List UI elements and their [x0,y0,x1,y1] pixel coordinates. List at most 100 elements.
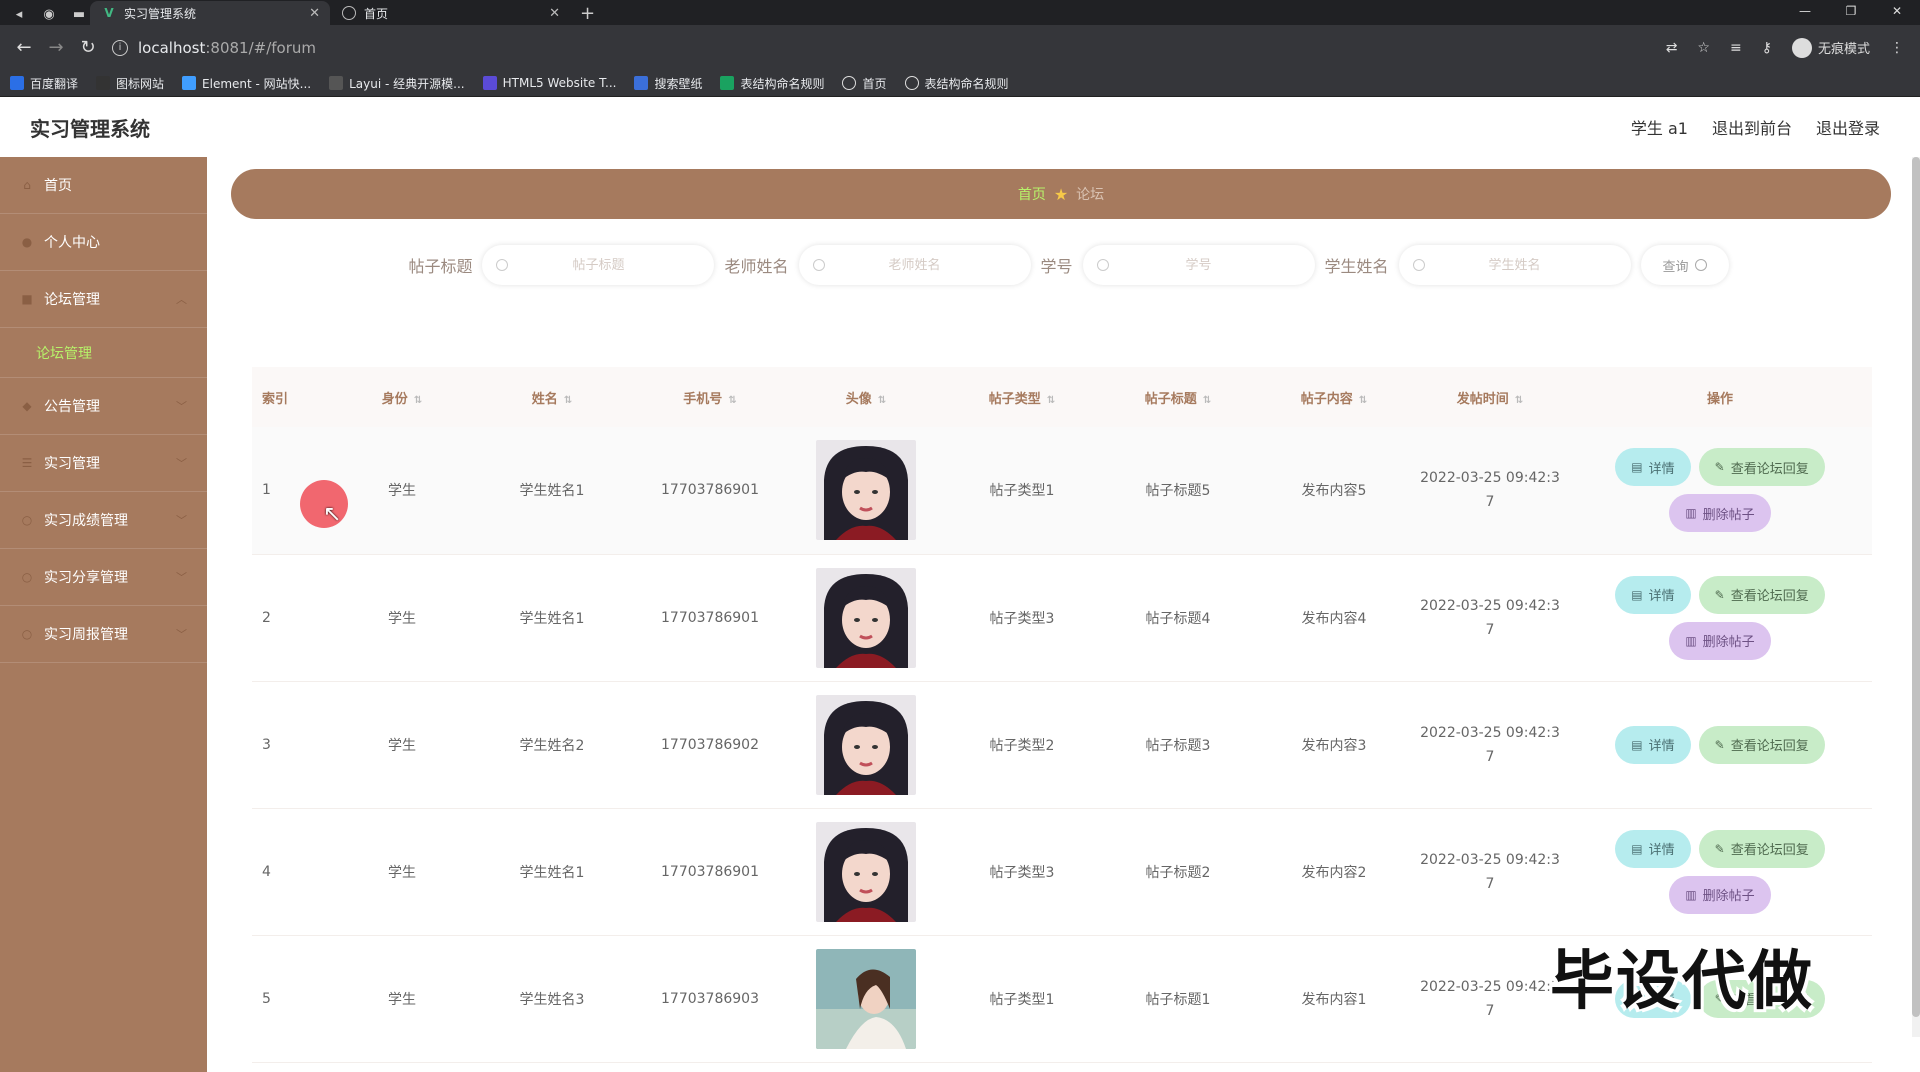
cell-name: 学生姓名2 [519,737,585,754]
scrollbar-thumb[interactable] [1912,157,1920,1017]
url-field[interactable]: i localhost:8081/#/forum [112,30,1666,65]
column-header-avatar[interactable]: 头像 ⇅ [788,367,944,427]
sidebar-item-forum[interactable]: ■ 论坛管理 ︿ [0,271,207,328]
info-icon[interactable]: i [112,39,128,56]
column-header-title[interactable]: 帖子标题 ⇅ [1100,367,1256,427]
bookmark-item[interactable]: 百度翻译 [10,75,78,92]
sidebar-item-label: 公告管理 [44,399,100,415]
student-name-input[interactable] [1424,257,1605,273]
browser-tab[interactable]: 首页 ✕ [330,1,570,25]
translate-icon[interactable]: ⇄ [1666,40,1678,56]
column-header-actions: 操作 [1706,391,1733,407]
cell-title: 帖子标题5 [1145,483,1211,500]
edit-icon: ✎ [1714,737,1725,752]
tab-audio-icon[interactable]: ◂ [8,3,30,25]
sidebar-subitem-forum-manage[interactable]: 论坛管理 [0,328,207,378]
mouse-cursor-icon: ↖ [323,502,342,527]
incognito-indicator[interactable]: 无痕模式 [1791,37,1870,58]
post-title-search-field[interactable] [482,245,715,285]
close-window-icon[interactable]: ✕ [1874,0,1920,25]
notice-icon: ◆ [22,399,32,413]
post-title-input[interactable] [508,257,689,273]
sidebar-item-internship[interactable]: ☰ 实习管理 ﹀ [0,435,207,492]
sidebar-item-profile[interactable]: ● 个人中心 [0,214,207,271]
view-replies-button[interactable]: ✎ 查看论坛回复 [1698,448,1825,487]
detail-button[interactable]: ▤ 详情 [1615,725,1691,764]
browser-tab-active[interactable]: V 实习管理系统 ✕ [90,1,330,25]
breadcrumb-current: 论坛 [1076,187,1105,203]
search-icon [1694,259,1707,271]
delete-post-button[interactable]: ▥ 删除帖子 [1669,494,1771,533]
bookmark-item[interactable]: 首页 [842,75,887,92]
column-header-time[interactable]: 发帖时间 ⇅ [1412,367,1568,427]
bookmark-item[interactable]: Layui - 经典开源模... [329,75,465,92]
current-user-link[interactable]: 学生 a1 [1631,115,1688,139]
restore-icon[interactable]: ❐ [1828,0,1874,25]
bookmark-item[interactable]: 搜索壁纸 [634,75,702,92]
search-button[interactable]: 查询 [1640,245,1729,285]
sort-icon: ⇅ [1514,394,1524,406]
sidebar-item-score[interactable]: ○ 实习成绩管理 ﹀ [0,492,207,549]
student-name-search-field[interactable] [1398,245,1631,285]
tab-close-icon[interactable]: ✕ [309,6,320,21]
sidebar-item-share[interactable]: ○ 实习分享管理 ﹀ [0,549,207,606]
edit-icon: ✎ [1714,841,1725,856]
forward-icon[interactable]: → [40,37,72,58]
avatar[interactable] [816,694,916,795]
avatar[interactable] [816,948,916,1049]
bookmark-label: 首页 [862,76,887,91]
student-id-search-field[interactable] [1082,245,1315,285]
logout-link[interactable]: 退出登录 [1816,115,1880,139]
column-header-role[interactable]: 身份 ⇅ [332,367,472,427]
page-scrollbar[interactable] [1912,157,1920,1037]
delete-post-button[interactable]: ▥ 删除帖子 [1669,621,1771,660]
cell-name: 学生姓名1 [519,864,585,881]
share-icon: ○ [21,570,33,584]
bookmark-item[interactable]: 表结构命名规则 [904,75,1009,92]
detail-button[interactable]: ▤ 详情 [1615,448,1691,487]
column-header-content[interactable]: 帖子内容 ⇅ [1256,367,1412,427]
tab-title: 首页 [364,6,389,21]
back-to-front-link[interactable]: 退出到前台 [1712,115,1792,139]
detail-button-label: 详情 [1648,739,1675,754]
cell-time: 2022-03-25 09:42:3 7 [1412,935,1568,1062]
detail-button[interactable]: ▤ 详情 [1615,575,1691,614]
tab-close-icon[interactable]: ✕ [549,6,560,21]
teacher-name-search-field[interactable] [798,245,1031,285]
avatar[interactable] [816,821,916,922]
reload-icon[interactable]: ↻ [72,37,104,58]
teacher-name-input[interactable] [824,257,1005,273]
student-id-input[interactable] [1108,257,1289,273]
delete-post-button[interactable]: ▥ 删除帖子 [1669,875,1771,914]
star-icon[interactable]: ☆ [1697,40,1710,56]
view-replies-button[interactable]: ✎ 查看论坛回复 [1698,575,1825,614]
column-header-type[interactable]: 帖子类型 ⇅ [944,367,1100,427]
search-form: 帖子标题 老师姓名 学号 学生姓名 查询 [207,245,1920,285]
sidebar-item-notice[interactable]: ◆ 公告管理 ﹀ [0,378,207,435]
reading-list-icon[interactable]: ≡ [1730,40,1742,56]
view-replies-button[interactable]: ✎ 查看论坛回复 [1698,829,1825,868]
avatar[interactable] [816,567,916,668]
minimize-icon[interactable]: — [1782,0,1828,25]
avatar[interactable] [816,440,916,541]
sidebar-item-weekly-report[interactable]: ○ 实习周报管理 ﹀ [0,606,207,663]
column-header-name[interactable]: 姓名 ⇅ [472,367,632,427]
bookmark-item[interactable]: 表结构命名规则 [720,75,824,92]
bookmark-item[interactable]: HTML5 Website T... [482,76,616,90]
bookmark-item[interactable]: 图标网站 [96,75,164,92]
more-menu-icon[interactable]: ⋮ [1890,40,1904,56]
delete-post-label: 删除帖子 [1702,889,1755,904]
new-tab-icon[interactable]: + [580,1,595,25]
cell-actions: ▤ 详情 ✎ 查看论坛回复 ▥ 删除帖子 [1568,808,1872,935]
tab-globe-icon[interactable]: ◉ [38,3,60,25]
column-header-phone[interactable]: 手机号 ⇅ [632,367,788,427]
sheet-icon [720,76,735,90]
view-replies-button[interactable]: ✎ 查看论坛回复 [1698,725,1825,764]
tab-window-icon[interactable]: ▬ [68,3,90,25]
back-icon[interactable]: ← [8,37,40,58]
detail-button[interactable]: ▤ 详情 [1615,829,1691,868]
sidebar-item-home[interactable]: ⌂ 首页 [0,157,207,214]
key-icon[interactable]: ⚷ [1762,40,1772,56]
bookmark-item[interactable]: Element - 网站快... [182,75,311,92]
breadcrumb-home[interactable]: 首页 [1018,184,1046,204]
